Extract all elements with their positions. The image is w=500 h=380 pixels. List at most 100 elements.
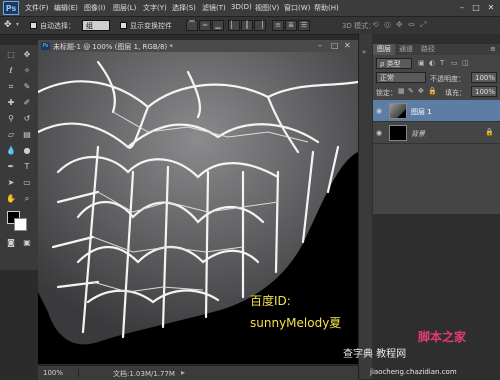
- menu-layer[interactable]: 图层(L): [113, 3, 136, 13]
- photoshop-logo: Ps: [3, 1, 19, 15]
- eraser-tool-icon[interactable]: ▱: [5, 129, 17, 141]
- doc-close-icon[interactable]: ✕: [344, 41, 351, 50]
- panel-tab-bar: 图层 通道 路径 ≡: [373, 44, 500, 55]
- jiaoben-watermark: 脚本之家: [418, 330, 467, 344]
- filter-shape-icon[interactable]: ▭: [451, 59, 458, 67]
- zoom-tool-icon[interactable]: ⌕: [21, 193, 33, 205]
- magic-wand-tool-icon[interactable]: ✧: [21, 65, 33, 77]
- opacity-label: 不透明度：: [430, 75, 465, 83]
- align-bottom-icon[interactable]: ▁: [212, 20, 224, 31]
- menu-filter[interactable]: 滤镜(T): [202, 3, 226, 13]
- chevron-down-icon[interactable]: ▾: [16, 21, 19, 28]
- clone-stamp-tool-icon[interactable]: ⚲: [5, 113, 17, 125]
- doc-minimize-icon[interactable]: –: [318, 41, 322, 50]
- menu-3d[interactable]: 3D(D): [231, 3, 252, 11]
- chazidian-watermark: 查字典 教程网: [343, 349, 407, 360]
- lock-transparent-icon[interactable]: ▦: [398, 87, 405, 95]
- align-left-icon[interactable]: ▏: [228, 20, 240, 31]
- brush-tool-icon[interactable]: ✐: [21, 97, 33, 109]
- layer-row[interactable]: ◉ 背景 🔒: [373, 122, 500, 144]
- path-selection-tool-icon[interactable]: ➤: [5, 177, 17, 189]
- lock-pixels-icon[interactable]: ✎: [408, 87, 414, 95]
- menu-type[interactable]: 文字(Y): [143, 3, 167, 13]
- layer-thumbnail: [389, 125, 407, 141]
- crop-tool-icon[interactable]: ⌗: [5, 81, 17, 93]
- 3d-slide-icon[interactable]: ⇔: [408, 20, 415, 29]
- close-button[interactable]: ✕: [485, 2, 497, 13]
- document-canvas[interactable]: 百度ID: sunnyMelody夏: [38, 52, 358, 364]
- tab-paths[interactable]: 路径: [417, 44, 439, 55]
- panel-menu-icon[interactable]: ≡: [490, 45, 496, 53]
- move-tool-icon[interactable]: ✥: [21, 49, 33, 61]
- pen-tool-icon[interactable]: ✒: [5, 161, 17, 173]
- distribute-center-icon[interactable]: ≣: [285, 20, 297, 31]
- align-right-icon[interactable]: ▕: [254, 20, 266, 31]
- filter-type-icon[interactable]: T: [440, 59, 444, 67]
- blur-tool-icon[interactable]: 💧: [5, 145, 17, 157]
- visibility-eye-icon[interactable]: ◉: [376, 107, 384, 115]
- opacity-input[interactable]: 100%: [471, 72, 497, 83]
- quick-mask-icon[interactable]: ◙: [5, 237, 17, 249]
- move-tool-icon[interactable]: ✥: [4, 20, 12, 30]
- panel-expand-icon[interactable]: »: [362, 48, 366, 56]
- shape-tool-icon[interactable]: ▭: [21, 177, 33, 189]
- gradient-tool-icon[interactable]: ▤: [21, 129, 33, 141]
- layer-kind-filter[interactable]: ρ 类型: [376, 58, 412, 69]
- healing-brush-tool-icon[interactable]: ✚: [5, 97, 17, 109]
- menu-help[interactable]: 帮助(H): [314, 3, 339, 13]
- type-tool-icon[interactable]: T: [21, 161, 33, 173]
- align-top-icon[interactable]: ▔: [186, 20, 198, 31]
- 3d-rotate-icon[interactable]: ⟲: [372, 20, 379, 29]
- distribute-icon[interactable]: ≡: [272, 20, 284, 31]
- 3d-pan-icon[interactable]: ✥: [396, 20, 403, 29]
- menu-file[interactable]: 文件(F): [25, 3, 49, 13]
- filter-smart-icon[interactable]: ◫: [462, 59, 469, 67]
- menu-view[interactable]: 视图(V): [255, 3, 279, 13]
- align-middle-icon[interactable]: ═: [199, 20, 211, 31]
- blend-mode-select[interactable]: 正常: [376, 72, 426, 83]
- background-color-swatch[interactable]: [14, 218, 27, 231]
- lock-label: 锁定：: [376, 89, 397, 97]
- tab-layers[interactable]: 图层: [373, 44, 395, 55]
- history-brush-tool-icon[interactable]: ↺: [21, 113, 33, 125]
- visibility-eye-icon[interactable]: ◉: [376, 129, 384, 137]
- layer-row-selected[interactable]: ◉ 图层 1: [373, 100, 500, 122]
- show-transform-checkbox[interactable]: [120, 22, 127, 29]
- document-size-info[interactable]: 文档:1.03M/1.77M: [113, 369, 175, 379]
- auto-select-dropdown[interactable]: 组: [82, 20, 110, 31]
- menu-window[interactable]: 窗口(W): [284, 3, 310, 13]
- dodge-tool-icon[interactable]: ●: [21, 145, 33, 157]
- menu-bar: Ps 文件(F) 编辑(E) 图像(I) 图层(L) 文字(Y) 选择(S) 滤…: [0, 0, 500, 17]
- baidu-id-name: sunnyMelody夏: [250, 316, 342, 330]
- menu-select[interactable]: 选择(S): [172, 3, 196, 13]
- status-menu-icon[interactable]: ▸: [181, 368, 185, 377]
- minimize-button[interactable]: –: [456, 2, 468, 13]
- align-center-icon[interactable]: ║: [241, 20, 253, 31]
- maximize-button[interactable]: □: [470, 2, 482, 13]
- fill-input[interactable]: 100%: [471, 86, 497, 97]
- options-bar: ✥ ▾ 自动选择： 组 显示变换控件 ▔ ═ ▁ ▏ ║ ▕ ≡ ≣ ☰ 3D …: [0, 17, 500, 35]
- 3d-scale-icon[interactable]: ⤢: [420, 20, 426, 30]
- filter-adjust-icon[interactable]: ◐: [429, 59, 435, 67]
- zoom-level[interactable]: 100%: [43, 369, 63, 377]
- fill-label: 填充：: [445, 89, 466, 97]
- auto-select-checkbox[interactable]: [30, 22, 37, 29]
- tab-channels[interactable]: 通道: [395, 44, 417, 55]
- tools-panel: ⬚ ✥ ℓ ✧ ⌗ ✎ ✚ ✐ ⚲ ↺ ▱ ▤ 💧 ● ✒ T ➤ ▭ ✋ ⌕ …: [0, 45, 39, 270]
- status-bar: 100% 文档:1.03M/1.77M ▸: [38, 365, 358, 380]
- filter-pixel-icon[interactable]: ▣: [418, 59, 425, 67]
- marquee-tool-icon[interactable]: ⬚: [5, 49, 17, 61]
- menu-image[interactable]: 图像(I): [84, 3, 106, 13]
- lock-position-icon[interactable]: ✥: [418, 87, 424, 95]
- eyedropper-tool-icon[interactable]: ✎: [21, 81, 33, 93]
- hand-tool-icon[interactable]: ✋: [5, 193, 17, 205]
- chazidian-url: jiaocheng.chazidian.com: [370, 368, 457, 376]
- screen-mode-icon[interactable]: ▣: [21, 237, 33, 249]
- layer-thumbnail: [389, 103, 407, 119]
- doc-maximize-icon[interactable]: □: [331, 41, 339, 50]
- lock-all-icon[interactable]: 🔒: [428, 87, 437, 95]
- menu-edit[interactable]: 编辑(E): [54, 3, 78, 13]
- distribute-bottom-icon[interactable]: ☰: [298, 20, 310, 31]
- lasso-tool-icon[interactable]: ℓ: [5, 65, 17, 77]
- 3d-roll-icon[interactable]: ◎: [384, 20, 391, 29]
